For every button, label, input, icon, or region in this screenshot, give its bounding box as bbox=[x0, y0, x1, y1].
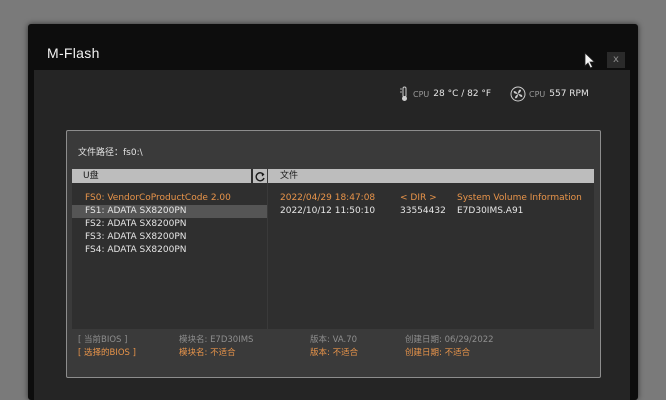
current-version: 版本: VA.70 bbox=[310, 335, 358, 345]
selected-build-date: 创建日期: 不适合 bbox=[405, 348, 471, 358]
temp-label: CPU bbox=[413, 89, 430, 99]
file-name: System Volume Information bbox=[457, 193, 582, 203]
thermometer-icon bbox=[400, 86, 407, 101]
bios-info: [ 当前BIOS ] 模块名: E7D30IMS 版本: VA.70 创建日期:… bbox=[72, 331, 594, 365]
fan-value: 557 RPM bbox=[549, 89, 589, 99]
file-date: 2022/04/29 18:47:08 bbox=[280, 193, 376, 203]
cpu-fan-speed: CPU 557 RPM bbox=[510, 86, 589, 102]
refresh-icon bbox=[255, 172, 265, 182]
file-header: 文件 bbox=[268, 169, 594, 183]
file-row-bios-image[interactable]: 2022/10/12 11:50:10 33554432 E7D30IMS.A9… bbox=[268, 205, 594, 218]
current-module-name: 模块名: E7D30IMS bbox=[179, 335, 254, 345]
file-name: E7D30IMS.A91 bbox=[457, 206, 524, 216]
usb-header: U盘 bbox=[72, 169, 251, 183]
temp-value: 28 °C / 82 °F bbox=[433, 89, 492, 99]
file-size: 33554432 bbox=[400, 206, 446, 216]
selected-bios-label: [ 选择的BIOS ] bbox=[78, 348, 136, 358]
selected-module-name: 模块名: 不适合 bbox=[179, 348, 236, 358]
selected-version: 版本: 不适合 bbox=[310, 348, 359, 358]
drive-item-fs2[interactable]: FS2: ADATA SX8200PN bbox=[72, 218, 267, 231]
drive-item-fs0[interactable]: FS0: VendorCoProductCode 2.00 bbox=[72, 192, 267, 205]
close-button[interactable]: x bbox=[607, 52, 625, 68]
usb-drive-pane: U盘 FS0: VendorCoProductCode 2.00 FS1: AD… bbox=[72, 169, 267, 329]
current-build-date: 创建日期: 06/29/2022 bbox=[405, 335, 494, 345]
flash-dialog: 文件路径：fs0:\ U盘 FS0: VendorCoProductCode 2… bbox=[66, 130, 601, 378]
drive-list: FS0: VendorCoProductCode 2.00 FS1: ADATA… bbox=[72, 192, 267, 257]
mflash-window: M-Flash x CPU 28 °C / 82 °F CPU 557 RPM … bbox=[28, 24, 638, 400]
drive-item-fs3[interactable]: FS3: ADATA SX8200PN bbox=[72, 231, 267, 244]
refresh-button[interactable] bbox=[253, 169, 267, 183]
drive-item-fs4[interactable]: FS4: ADATA SX8200PN bbox=[72, 244, 267, 257]
file-size: < DIR > bbox=[400, 193, 437, 203]
file-path: 文件路径：fs0:\ bbox=[78, 148, 143, 158]
file-date: 2022/10/12 11:50:10 bbox=[280, 206, 376, 216]
fan-label: CPU bbox=[529, 89, 546, 99]
drive-item-fs1[interactable]: FS1: ADATA SX8200PN bbox=[72, 205, 267, 218]
file-pane: 文件 2022/04/29 18:47:08 < DIR > System Vo… bbox=[268, 169, 594, 329]
title-bar: M-Flash x bbox=[28, 24, 638, 70]
file-row-system-volume[interactable]: 2022/04/29 18:47:08 < DIR > System Volum… bbox=[268, 192, 594, 205]
selected-bios-row: [ 选择的BIOS ] 模块名: 不适合 版本: 不适合 创建日期: 不适合 bbox=[72, 347, 594, 360]
current-bios-row: [ 当前BIOS ] 模块名: E7D30IMS 版本: VA.70 创建日期:… bbox=[72, 334, 594, 347]
fan-icon bbox=[510, 86, 526, 102]
window-title: M-Flash bbox=[47, 45, 100, 61]
current-bios-label: [ 当前BIOS ] bbox=[78, 335, 128, 345]
cpu-temperature: CPU 28 °C / 82 °F bbox=[398, 86, 491, 102]
mouse-cursor-icon bbox=[584, 52, 596, 69]
